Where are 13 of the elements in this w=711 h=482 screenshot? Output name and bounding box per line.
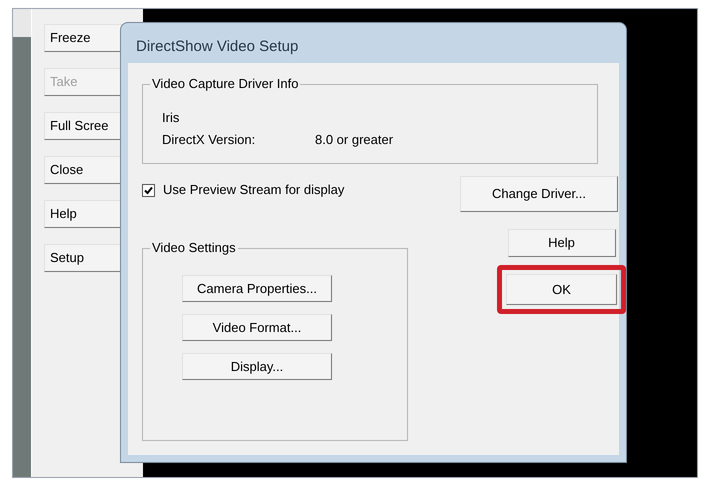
checkbox[interactable] — [142, 184, 155, 196]
driver-name: Iris — [162, 109, 180, 127]
settings-button[interactable]: Camera Properties... — [182, 275, 332, 302]
help-button[interactable]: Help — [508, 229, 616, 257]
directx-label: DirectX Version: — [162, 131, 256, 149]
ok-button[interactable]: OK — [506, 274, 617, 305]
change-driver-button[interactable]: Change Driver... — [460, 176, 618, 212]
sidebar-button[interactable]: Freeze — [44, 24, 124, 52]
settings-button[interactable]: Video Format... — [182, 314, 332, 341]
settings-button[interactable]: Display... — [182, 353, 332, 380]
checkbox-label: Use Preview Stream for display — [163, 181, 344, 199]
directx-value: 8.0 or greater — [315, 131, 394, 149]
window-title: DirectShow Video Setup — [135, 37, 300, 57]
